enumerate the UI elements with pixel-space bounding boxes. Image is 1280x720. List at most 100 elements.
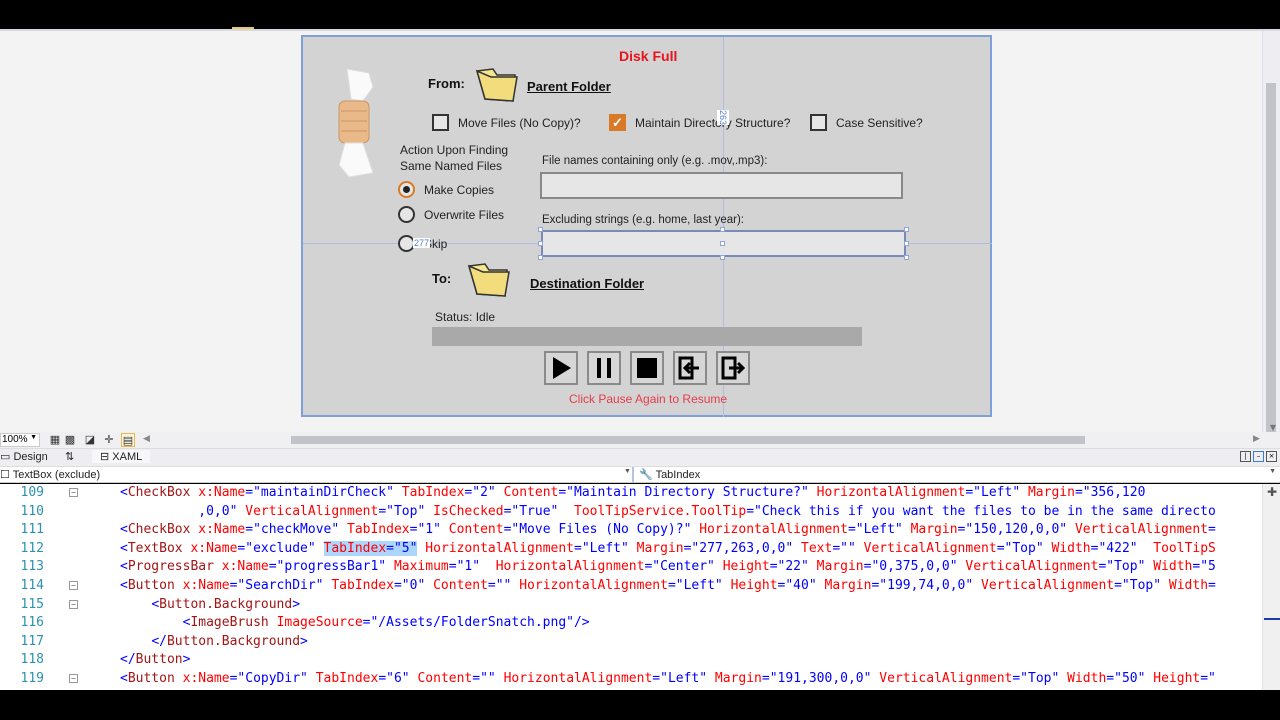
resize-handle[interactable] <box>904 241 909 246</box>
margin-left-badge: 277 <box>413 238 431 248</box>
parent-folder-link[interactable]: Parent Folder <box>527 79 611 94</box>
scroll-down-icon[interactable]: ▼ <box>1270 423 1276 432</box>
case-sensitive-checkbox[interactable]: Case Sensitive? <box>810 114 923 131</box>
snap-grid-icon[interactable]: ▩ <box>63 433 77 447</box>
resize-handle[interactable] <box>904 227 909 232</box>
code-line[interactable]: 110 ,0,0" VerticalAlignment="Top" IsChec… <box>0 503 1262 522</box>
artboard-background-icon[interactable]: ◪ <box>83 433 97 447</box>
action-title: Action Upon Finding Same Named Files <box>400 143 509 173</box>
overwrite-files-radio[interactable]: Overwrite Files <box>398 206 504 223</box>
editor-vertical-scrollbar[interactable]: ✚ <box>1262 484 1280 690</box>
code-text[interactable]: </Button> <box>120 651 1262 670</box>
xaml-editor[interactable]: ✚ 109 − <CheckBox x:Name="maintainDirCheck… <box>0 484 1280 690</box>
maintain-directory-checkbox[interactable]: ✓ Maintain Directory Structure? <box>609 114 790 131</box>
code-line[interactable]: 113 <ProgressBar x:Name="progressBar1" Ma… <box>0 558 1262 577</box>
tab-xaml[interactable]: ⊟ XAML <box>92 450 151 463</box>
code-text[interactable]: <TextBox x:Name="exclude" TabIndex="5" H… <box>120 540 1262 559</box>
checkmark-icon[interactable]: ✓ <box>609 114 626 131</box>
code-text[interactable]: <CheckBox x:Name="maintainDirCheck" TabI… <box>120 484 1262 503</box>
scroll-left-icon[interactable]: ◀ <box>143 434 150 444</box>
designer-vertical-scrollbar[interactable]: ▼ <box>1262 31 1280 443</box>
scroll-right-icon[interactable]: ▶ <box>1253 434 1260 444</box>
line-number: 111 <box>20 522 44 538</box>
stop-button[interactable] <box>630 351 664 385</box>
names-filter-label: File names containing only (e.g. .mov,.m… <box>542 155 768 167</box>
resize-handle[interactable] <box>538 255 543 260</box>
code-text[interactable]: </Button.Background> <box>120 633 1262 652</box>
code-text[interactable]: <ImageBrush ImageSource="/Assets/FolderS… <box>120 614 1262 633</box>
line-number: 116 <box>20 615 44 631</box>
play-icon <box>553 357 571 379</box>
code-text[interactable]: <Button x:Name="CopyDir" TabIndex="6" Co… <box>120 670 1262 689</box>
snap-lines-icon[interactable]: ✛ <box>102 433 116 447</box>
collapse-icon[interactable]: − <box>69 674 78 683</box>
designer-hscroll-thumb[interactable] <box>291 436 1085 444</box>
resize-handle[interactable] <box>720 227 725 232</box>
destination-folder-link[interactable]: Destination Folder <box>530 276 644 291</box>
element-selector[interactable]: ☐ TextBox (exclude) <box>0 468 100 481</box>
export-button[interactable] <box>716 351 750 385</box>
pause-button[interactable] <box>587 351 621 385</box>
resize-handle[interactable] <box>720 255 725 260</box>
line-number: 118 <box>20 652 44 668</box>
make-copies-radio[interactable]: Make Copies <box>398 181 494 198</box>
code-line[interactable]: 115 − <Button.Background> <box>0 596 1262 615</box>
code-line[interactable]: 117 </Button.Background> <box>0 633 1262 652</box>
exclude-label: Excluding strings (e.g. home, last year)… <box>542 214 744 226</box>
view-tabs: ▭ Design ⇅ ⊟ XAML | – ⨯ <box>0 448 1280 466</box>
code-line[interactable]: 116 <ImageBrush ImageSource="/Assets/Fol… <box>0 614 1262 633</box>
zoom-select[interactable]: 100% ▼ <box>0 433 40 447</box>
checkbox-label: Move Files (No Copy)? <box>458 115 581 130</box>
radio-label: Overwrite Files <box>424 207 505 222</box>
split-editor-icon[interactable]: ✚ <box>1267 485 1277 499</box>
design-surface: ▼ Disk Full From: Parent Folder Move Fil… <box>0 29 1280 443</box>
import-icon <box>678 356 699 380</box>
collapse-pane-icon[interactable]: ⨯ <box>1266 451 1277 462</box>
export-icon <box>721 356 746 380</box>
code-text[interactable]: <Button.Background> <box>120 596 1262 615</box>
property-selector[interactable]: 🔧 TabIndex <box>639 468 700 481</box>
resize-handle[interactable] <box>538 241 543 246</box>
play-button[interactable] <box>544 351 578 385</box>
code-line[interactable]: 111 <CheckBox x:Name="checkMove" TabIndex… <box>0 521 1262 540</box>
code-line[interactable]: 109 − <CheckBox x:Name="maintainDirCheck" … <box>0 484 1262 503</box>
resize-handle[interactable] <box>904 255 909 260</box>
code-line[interactable]: 114 − <Button x:Name="SearchDir" TabIndex=… <box>0 577 1262 596</box>
destination-folder-button[interactable] <box>467 262 511 298</box>
names-filter-input[interactable] <box>540 172 903 199</box>
radio-selected-icon[interactable] <box>398 181 415 198</box>
source-folder-button[interactable] <box>475 67 519 103</box>
collapse-icon[interactable]: − <box>69 488 78 497</box>
code-text[interactable]: <ProgressBar x:Name="progressBar1" Maxim… <box>120 558 1262 577</box>
designer-vscroll-thumb[interactable] <box>1266 83 1276 443</box>
radio-circle-icon[interactable] <box>398 206 415 223</box>
code-line[interactable]: 119 − <Button x:Name="CopyDir" TabIndex="6… <box>0 670 1262 689</box>
swap-panes-button[interactable]: ⇅ <box>65 450 74 463</box>
grid-icon[interactable]: ▦ <box>48 433 62 447</box>
resize-handle[interactable] <box>720 241 725 246</box>
code-line[interactable]: 112 <TextBox x:Name="exclude" TabIndex="5… <box>0 540 1262 559</box>
code-text[interactable]: <Button x:Name="SearchDir" TabIndex="0" … <box>120 577 1262 596</box>
line-number: 117 <box>20 633 44 649</box>
vertical-split-icon[interactable]: | <box>1240 451 1251 462</box>
project-code-icon[interactable]: ▤ <box>121 433 135 447</box>
horizontal-split-icon[interactable]: – <box>1253 451 1264 462</box>
code-line[interactable]: 118 </Button> <box>0 651 1262 670</box>
resize-handle[interactable] <box>538 227 543 232</box>
dropdown-arrow-icon[interactable]: ▼ <box>1269 468 1276 475</box>
radio-label: Make Copies <box>424 182 495 197</box>
checkbox-box[interactable] <box>432 114 449 131</box>
collapse-icon[interactable]: − <box>69 599 78 609</box>
tab-design[interactable]: ▭ Design <box>0 450 48 463</box>
form-artboard[interactable]: Disk Full From: Parent Folder Move Files… <box>301 35 992 417</box>
designer-toolbar: 100% ▼ ▦ ▩ ◪ ✛ ▤ ◀ ▶ <box>0 432 1280 448</box>
dropdown-arrow-icon[interactable]: ▼ <box>624 468 631 475</box>
line-number: 115 <box>20 596 44 612</box>
collapse-icon[interactable]: − <box>69 581 78 590</box>
code-text[interactable]: <CheckBox x:Name="checkMove" TabIndex="1… <box>120 521 1262 540</box>
checkbox-box[interactable] <box>810 114 827 131</box>
move-files-checkbox[interactable]: Move Files (No Copy)? <box>432 114 581 131</box>
element-breadcrumb: ☐ TextBox (exclude) ▼ 🔧 TabIndex ▼ <box>0 466 1280 483</box>
import-button[interactable] <box>673 351 707 385</box>
code-text[interactable]: ,0,0" VerticalAlignment="Top" IsChecked=… <box>120 503 1262 522</box>
